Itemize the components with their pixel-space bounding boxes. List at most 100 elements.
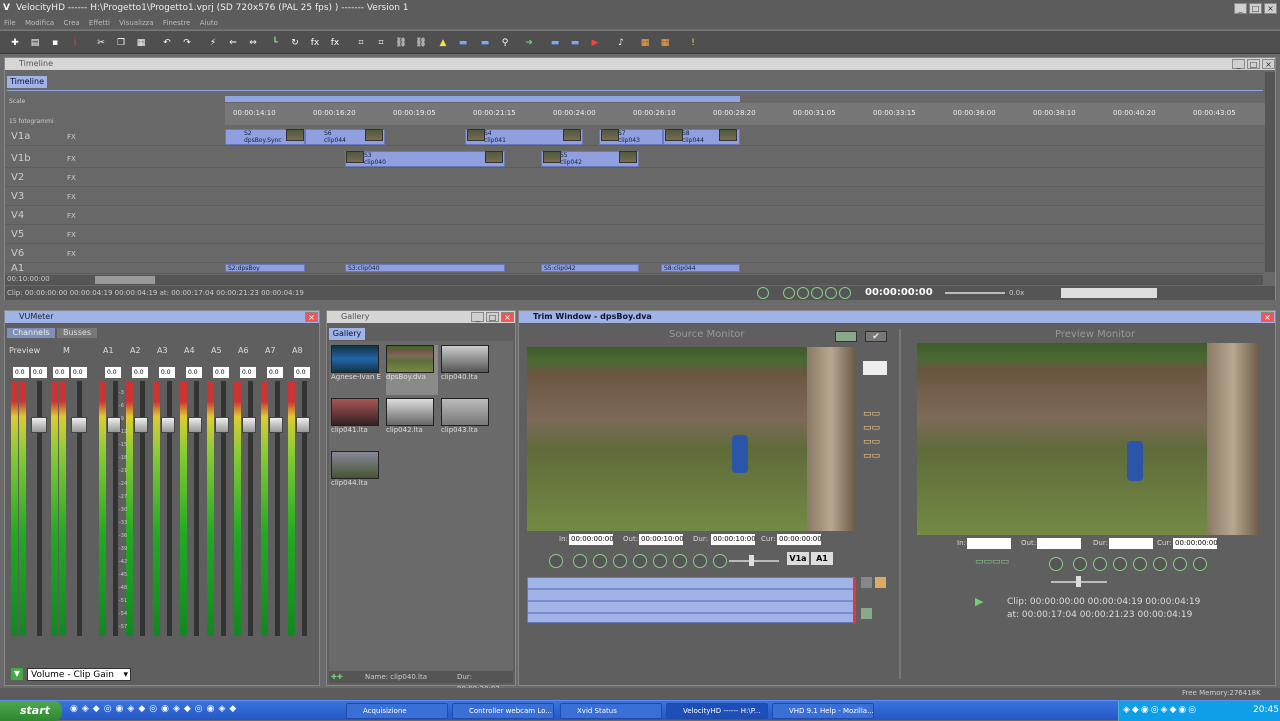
undo-icon[interactable]: ↶ <box>160 36 174 50</box>
record-icon[interactable]: ▶ <box>588 36 602 50</box>
group-icon[interactable]: ⌗ <box>374 36 388 50</box>
go-start-icon[interactable] <box>1073 557 1087 571</box>
check-icon[interactable]: ✔ <box>865 331 887 342</box>
menu-file[interactable]: File <box>4 19 16 27</box>
timeline-maximize-button[interactable]: □ <box>1247 59 1260 69</box>
gallery-close-button[interactable]: × <box>501 312 514 322</box>
audio-clip[interactable]: S5:clip042 <box>541 264 639 272</box>
trim-out-marker[interactable] <box>853 578 856 624</box>
alert-icon[interactable]: ! <box>686 36 700 50</box>
audio-fx-icon[interactable]: fx <box>328 36 342 50</box>
paste-icon[interactable]: ▦ <box>134 36 148 50</box>
color-swatch[interactable] <box>863 361 887 375</box>
track-fx-label[interactable]: FX <box>67 207 76 225</box>
fader-knob-a3[interactable] <box>161 417 175 433</box>
rewind-icon[interactable] <box>1093 557 1107 571</box>
play-around-icon[interactable] <box>549 554 563 568</box>
go-start-icon[interactable] <box>573 554 587 568</box>
fast-forward-icon[interactable] <box>673 554 687 568</box>
play-around-icon[interactable] <box>1049 557 1063 571</box>
quick-launch-icons[interactable]: ◉◈◆◎◉◈◆◎◉◈◆◎◉◈◆ <box>70 704 330 718</box>
fader-knob-a8[interactable] <box>296 417 310 433</box>
loop-icon[interactable] <box>713 554 727 568</box>
source-shuttle-slider[interactable] <box>729 560 779 562</box>
menu-crea[interactable]: Crea <box>63 19 79 27</box>
go-end-icon[interactable] <box>693 554 707 568</box>
trim-strip[interactable] <box>527 577 856 624</box>
level-value[interactable]: 0.0 <box>31 367 47 378</box>
audio-mixer-icon[interactable]: ♪ <box>614 36 628 50</box>
source-out-field[interactable]: 00:00:10:00 <box>639 534 684 545</box>
track-fx-label[interactable]: FX <box>67 188 76 206</box>
preview-dur-field[interactable] <box>1109 538 1153 549</box>
preview-out-field[interactable] <box>1037 538 1081 549</box>
goto-icon[interactable]: ➜ <box>522 36 536 50</box>
timeline-close-button[interactable]: × <box>1262 59 1275 69</box>
volume-mode-icon[interactable]: ▼ <box>11 668 23 680</box>
preview-mode-icons[interactable]: ▭▭▭▭ <box>975 557 1045 569</box>
task-acquisizione[interactable]: Acquisizione <box>346 703 448 719</box>
jog-slider[interactable] <box>945 292 1005 294</box>
menu-aiuto[interactable]: Aiuto <box>200 19 218 27</box>
task-mozilla[interactable]: VHD 9.1 Help - Mozilla... <box>772 703 874 719</box>
level-value[interactable]: 0.0 <box>213 367 229 378</box>
scrollbar-thumb[interactable] <box>95 276 155 284</box>
step-back-icon[interactable] <box>797 287 809 299</box>
vumeter-close-button[interactable]: × <box>305 312 318 322</box>
tab-channels[interactable]: Channels <box>7 328 55 338</box>
gallery-minimize-button[interactable]: _ <box>471 312 484 322</box>
go-end-icon[interactable] <box>839 287 851 299</box>
gallery-item[interactable]: Agnese-Ivan E <box>331 345 383 395</box>
level-value[interactable]: 0.0 <box>105 367 121 378</box>
go-start-icon[interactable] <box>783 287 795 299</box>
audio-clip[interactable]: S2:dpsBoy <box>225 264 305 272</box>
fader-knob-a5[interactable] <box>215 417 229 433</box>
gallery-item[interactable]: clip041.lta <box>331 398 383 448</box>
time-ruler[interactable]: 00:00:14:10 00:00:16:20 00:00:19:05 00:0… <box>225 103 1265 125</box>
track-fx-label[interactable]: FX <box>67 245 76 263</box>
ripple-icon[interactable]: ⇐ <box>226 36 240 50</box>
fader-knob-preview[interactable] <box>31 417 47 433</box>
play-around-icon[interactable] <box>757 287 769 299</box>
save-icon[interactable]: ▪ <box>48 36 62 50</box>
playlist-icon[interactable]: ▬ <box>568 36 582 50</box>
step-forward-icon[interactable] <box>1153 557 1167 571</box>
tab-gallery[interactable]: Gallery <box>329 328 365 340</box>
track-fx-label[interactable]: FX <box>67 169 76 187</box>
level-value[interactable]: 0.0 <box>132 367 148 378</box>
trim-option-icon[interactable] <box>861 577 872 588</box>
trim-close-button[interactable]: × <box>1261 312 1274 322</box>
warning-icon[interactable]: ▲ <box>436 36 450 50</box>
preview-cur-field[interactable]: 00:00:00:00 <box>1173 538 1218 549</box>
gallery-add-icon[interactable]: ✚✚ <box>331 671 343 683</box>
play-icon[interactable] <box>1133 557 1147 571</box>
track-row-v3[interactable]: V3 FX <box>5 188 1265 206</box>
fader-knob-a4[interactable] <box>188 417 202 433</box>
minimize-button[interactable]: _ <box>1234 3 1247 14</box>
source-cur-field[interactable]: 00:00:00:00 <box>777 534 822 545</box>
maximize-button[interactable]: □ <box>1249 3 1262 14</box>
menu-finestre[interactable]: Finestre <box>163 19 191 27</box>
source-shuttle-knob[interactable] <box>749 555 754 566</box>
source-monitor-video[interactable] <box>527 347 855 531</box>
level-value[interactable]: 0.0 <box>159 367 175 378</box>
timeline-hscrollbar[interactable]: 00:10:00:00 <box>5 275 1263 285</box>
preview-monitor-video[interactable] <box>917 343 1259 535</box>
play-icon[interactable] <box>633 554 647 568</box>
add-to-timeline-icon[interactable] <box>835 331 857 342</box>
source-dur-field[interactable]: 00:00:10:00 <box>711 534 756 545</box>
redo-icon[interactable]: ↷ <box>180 36 194 50</box>
track-row-v6[interactable]: V6 FX <box>5 245 1265 263</box>
level-value[interactable]: 0.0 <box>53 367 69 378</box>
loop-icon[interactable]: ↻ <box>288 36 302 50</box>
marker-icon[interactable]: ┗ <box>268 36 282 50</box>
preview-in-field[interactable] <box>967 538 1011 549</box>
track-row-v5[interactable]: V5 FX <box>5 226 1265 244</box>
cut-icon[interactable]: ✂ <box>94 36 108 50</box>
step-back-icon[interactable] <box>613 554 627 568</box>
gallery-item[interactable]: clip040.lta <box>441 345 493 395</box>
track-fx-label[interactable]: FX <box>67 226 76 244</box>
task-webcam[interactable]: Controller webcam Lo... <box>452 703 554 719</box>
step-forward-icon[interactable] <box>825 287 837 299</box>
open-project-icon[interactable]: ▤ <box>28 36 42 50</box>
